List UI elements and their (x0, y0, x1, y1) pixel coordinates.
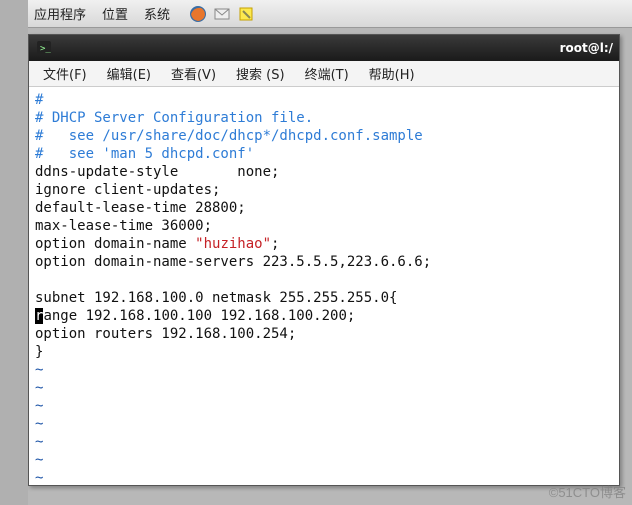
svg-text:>_: >_ (40, 44, 51, 54)
editor-line: max-lease-time 36000; (35, 217, 613, 235)
terminal-icon: >_ (35, 39, 53, 57)
editor-line: subnet 192.168.100.0 netmask 255.255.255… (35, 289, 613, 307)
places-menu[interactable]: 位置 (96, 4, 134, 23)
editor-content[interactable]: ## DHCP Server Configuration file.# see … (29, 87, 619, 485)
editor-line: ~ (35, 451, 613, 469)
editor-line: ~ (35, 361, 613, 379)
firefox-icon[interactable] (188, 4, 208, 24)
menu-edit[interactable]: 编辑(E) (97, 61, 161, 86)
desktop-left-strip (0, 0, 28, 505)
editor-line: # see /usr/share/doc/dhcp*/dhcpd.conf.sa… (35, 127, 613, 145)
terminal-menubar: 文件(F) 编辑(E) 查看(V) 搜索 (S) 终端(T) 帮助(H) (29, 61, 619, 87)
editor-line: ignore client-updates; (35, 181, 613, 199)
editor-line: ~ (35, 379, 613, 397)
editor-line: # DHCP Server Configuration file. (35, 109, 613, 127)
editor-line: default-lease-time 28800; (35, 199, 613, 217)
menu-view[interactable]: 查看(V) (161, 61, 226, 86)
terminal-window: >_ root@l:/ 文件(F) 编辑(E) 查看(V) 搜索 (S) 终端(… (28, 34, 620, 486)
menu-search[interactable]: 搜索 (S) (226, 61, 295, 86)
menu-file[interactable]: 文件(F) (33, 61, 97, 86)
notes-icon[interactable] (236, 4, 256, 24)
mail-icon[interactable] (212, 4, 232, 24)
editor-line: ~ (35, 433, 613, 451)
window-titlebar[interactable]: >_ root@l:/ (29, 35, 619, 61)
editor-line: range 192.168.100.100 192.168.100.200; (35, 307, 613, 325)
editor-line: ~ (35, 469, 613, 485)
editor-line: # see 'man 5 dhcpd.conf' (35, 145, 613, 163)
gnome-top-panel: 应用程序 位置 系统 (0, 0, 632, 28)
window-title: root@l:/ (560, 41, 613, 55)
editor-line: ddns-update-style none; (35, 163, 613, 181)
applications-menu[interactable]: 应用程序 (28, 4, 92, 23)
system-menu[interactable]: 系统 (138, 4, 176, 23)
menu-terminal[interactable]: 终端(T) (295, 61, 359, 86)
editor-line (35, 271, 613, 289)
editor-line: option domain-name-servers 223.5.5.5,223… (35, 253, 613, 271)
editor-line: option routers 192.168.100.254; (35, 325, 613, 343)
menu-help[interactable]: 帮助(H) (359, 61, 425, 86)
editor-line: } (35, 343, 613, 361)
editor-line: option domain-name "huzihao"; (35, 235, 613, 253)
editor-line: ~ (35, 397, 613, 415)
editor-line: ~ (35, 415, 613, 433)
editor-line: # (35, 91, 613, 109)
